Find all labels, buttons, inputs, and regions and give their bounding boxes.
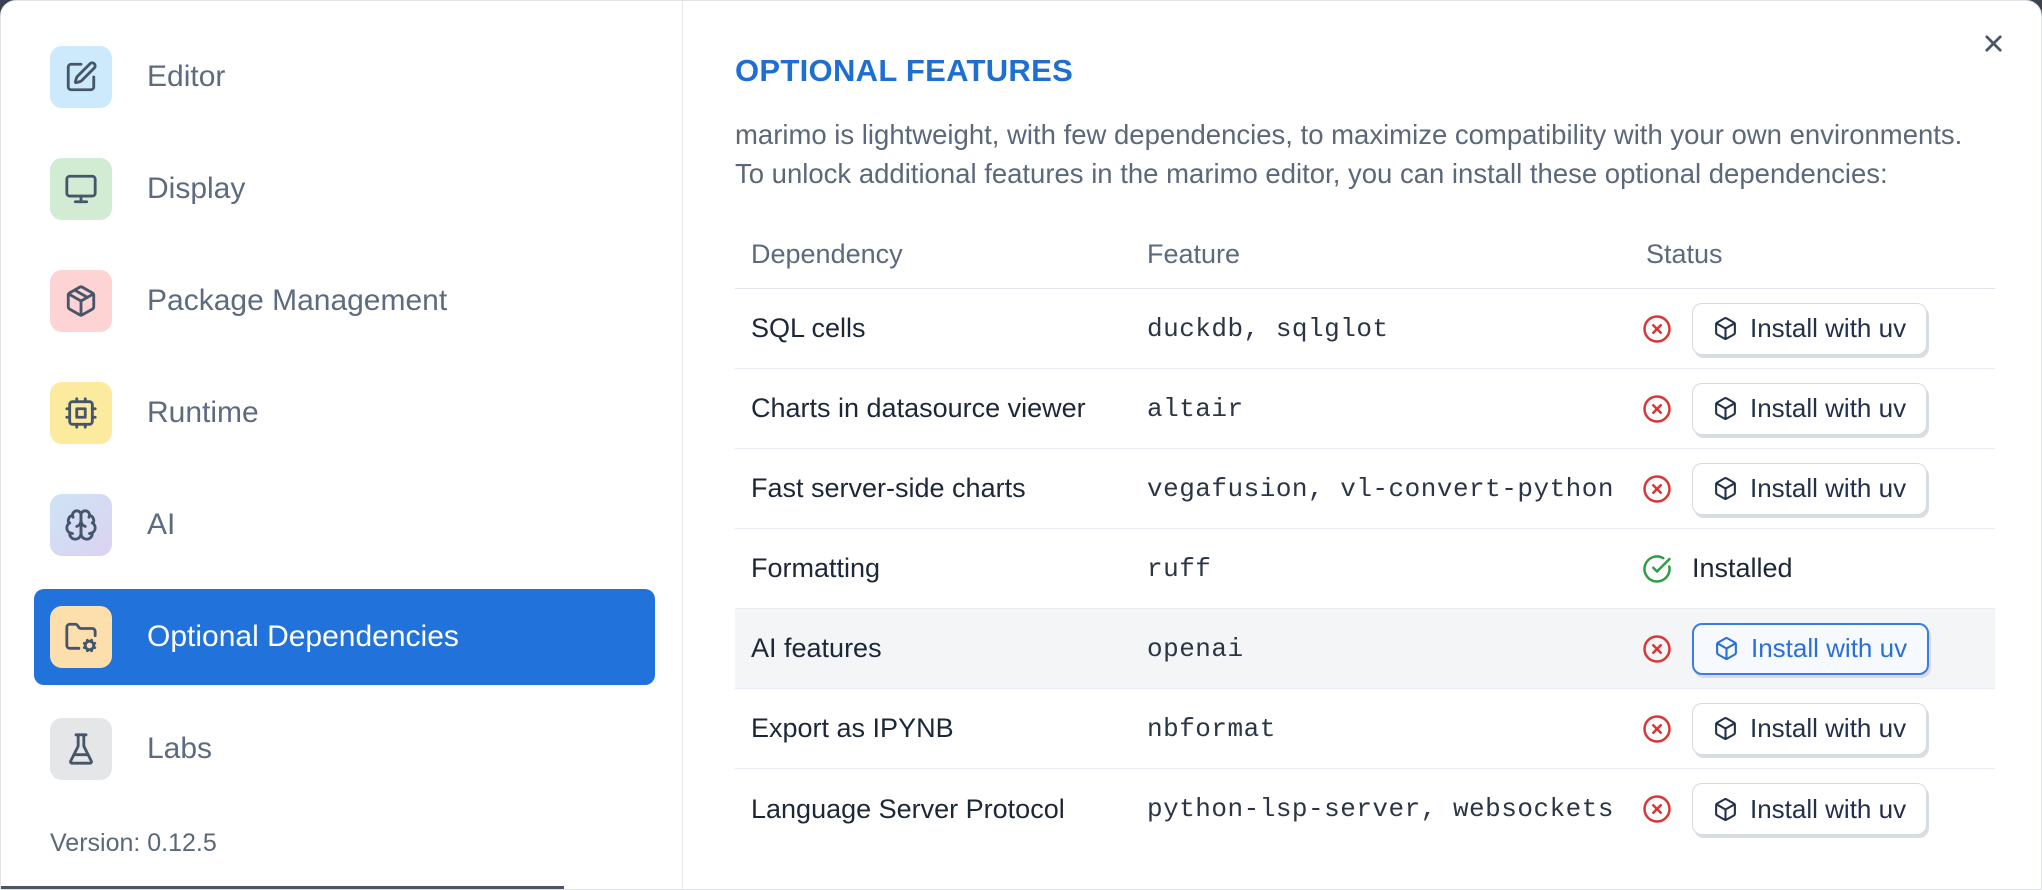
package-box-icon — [1713, 716, 1738, 741]
sidebar-item-label: Display — [147, 172, 246, 205]
feature-cell: duckdb, sqlglot — [1147, 313, 1389, 344]
sidebar-item-label: Runtime — [147, 396, 259, 429]
feature-cell: vegafusion, vl-convert-python — [1147, 473, 1614, 504]
sidebar-item-optional-dependencies[interactable]: Optional Dependencies — [34, 589, 655, 685]
backdrop-strip — [1, 886, 564, 889]
install-button-label: Install with uv — [1751, 633, 1908, 663]
sidebar-item-display[interactable]: Display — [34, 141, 655, 237]
dependency-cell: Export as IPYNB — [751, 713, 954, 743]
dependency-cell: Language Server Protocol — [751, 793, 1065, 824]
dependencies-table: Dependency Feature Status SQL cells duckd… — [735, 220, 1995, 849]
description-line: marimo is lightweight, with few dependen… — [735, 119, 1963, 150]
install-with-uv-button[interactable]: Install with uv — [1692, 462, 1928, 515]
dependency-cell: SQL cells — [751, 313, 866, 343]
table-row: AI features openai Install with uv — [735, 609, 1995, 689]
close-button[interactable] — [1973, 25, 2013, 65]
status-cell: Install with uv — [1630, 702, 1995, 755]
brain-icon — [50, 494, 112, 556]
settings-dialog: Editor Display Package Management Runtime AI… — [0, 0, 2042, 890]
status-text: Installed — [1692, 553, 1793, 583]
not-installed-icon — [1642, 474, 1672, 504]
package-box-icon — [1713, 316, 1738, 341]
page-title: OPTIONAL FEATURES — [735, 53, 1074, 88]
not-installed-icon — [1642, 634, 1672, 664]
package-box-icon — [1713, 396, 1738, 421]
sidebar-item-package-management[interactable]: Package Management — [34, 253, 655, 349]
dependency-cell: Charts in datasource viewer — [751, 393, 1086, 423]
installed-icon — [1642, 554, 1672, 584]
install-button-label: Install with uv — [1750, 313, 1907, 343]
table-row: Formatting ruff Installed — [735, 529, 1995, 609]
status-cell: Install with uv — [1630, 382, 1995, 435]
settings-sidebar: Editor Display Package Management Runtime AI… — [1, 1, 683, 889]
sidebar-item-label: AI — [147, 508, 176, 541]
column-header-feature: Feature — [1147, 238, 1241, 269]
sidebar-item-label: Labs — [147, 732, 213, 765]
dependency-cell: Formatting — [751, 553, 881, 583]
not-installed-icon — [1642, 314, 1672, 344]
table-row: Fast server-side charts vegafusion, vl-co… — [735, 449, 1995, 529]
package-box-icon — [1713, 797, 1738, 822]
feature-cell: ruff — [1147, 553, 1212, 584]
sidebar-nav: Editor Display Package Management Runtime AI… — [1, 1, 682, 797]
feature-cell: nbformat — [1147, 713, 1276, 744]
monitor-icon — [50, 158, 112, 220]
column-header-status: Status — [1646, 238, 1723, 269]
table-body: SQL cells duckdb, sqlglot Install with uv C… — [735, 289, 1995, 849]
status-cell: Install with uv — [1630, 462, 1995, 515]
install-button-label: Install with uv — [1750, 393, 1907, 423]
feature-cell: altair — [1147, 393, 1244, 424]
status-cell: Installed — [1630, 553, 1995, 584]
table-header-row: Dependency Feature Status — [735, 220, 1995, 289]
table-row: SQL cells duckdb, sqlglot Install with uv — [735, 289, 1995, 369]
sidebar-item-label: Editor — [147, 60, 226, 93]
install-button-label: Install with uv — [1750, 473, 1907, 503]
description-line: To unlock additional features in the mar… — [735, 158, 1888, 189]
package-box-icon — [1713, 476, 1738, 501]
description: marimo is lightweight, with few dependen… — [735, 115, 1995, 193]
install-button-label: Install with uv — [1750, 793, 1907, 824]
table-row: Language Server Protocol python-lsp-serve… — [735, 769, 1995, 849]
not-installed-icon — [1642, 394, 1672, 424]
feature-cell: openai — [1147, 633, 1244, 664]
sidebar-item-editor[interactable]: Editor — [34, 29, 655, 125]
install-with-uv-button[interactable]: Install with uv — [1692, 622, 1930, 675]
table-row: Charts in datasource viewer altair Install… — [735, 369, 1995, 449]
close-icon — [1980, 35, 2007, 60]
square-pen-icon — [50, 46, 112, 108]
install-with-uv-button[interactable]: Install with uv — [1692, 382, 1928, 435]
package-box-icon — [1714, 636, 1739, 661]
dependency-cell: AI features — [751, 633, 882, 663]
optional-features-panel: OPTIONAL FEATURES marimo is lightweight,… — [683, 1, 2041, 889]
package-icon — [50, 270, 112, 332]
sidebar-item-label: Package Management — [147, 284, 448, 317]
column-header-dependency: Dependency — [751, 238, 903, 269]
status-cell: Install with uv — [1630, 302, 1995, 355]
version-label: Version: 0.12.5 — [50, 829, 217, 857]
not-installed-icon — [1642, 794, 1672, 824]
dependency-cell: Fast server-side charts — [751, 473, 1026, 503]
feature-cell: python-lsp-server, websockets — [1147, 794, 1614, 824]
sidebar-item-labs[interactable]: Labs — [34, 701, 655, 797]
install-with-uv-button[interactable]: Install with uv — [1692, 783, 1928, 835]
folder-cog-icon — [50, 606, 112, 668]
table-row: Export as IPYNB nbformat Install with uv — [735, 689, 1995, 769]
install-button-label: Install with uv — [1750, 713, 1907, 743]
install-with-uv-button[interactable]: Install with uv — [1692, 702, 1928, 755]
status-cell: Install with uv — [1630, 622, 1995, 675]
sidebar-item-runtime[interactable]: Runtime — [34, 365, 655, 461]
status-cell: Install with uv — [1630, 783, 1995, 835]
install-with-uv-button[interactable]: Install with uv — [1692, 302, 1928, 355]
not-installed-icon — [1642, 714, 1672, 744]
flask-conical-icon — [50, 718, 112, 780]
sidebar-item-ai[interactable]: AI — [34, 477, 655, 573]
sidebar-item-label: Optional Dependencies — [147, 620, 459, 653]
cpu-icon — [50, 382, 112, 444]
